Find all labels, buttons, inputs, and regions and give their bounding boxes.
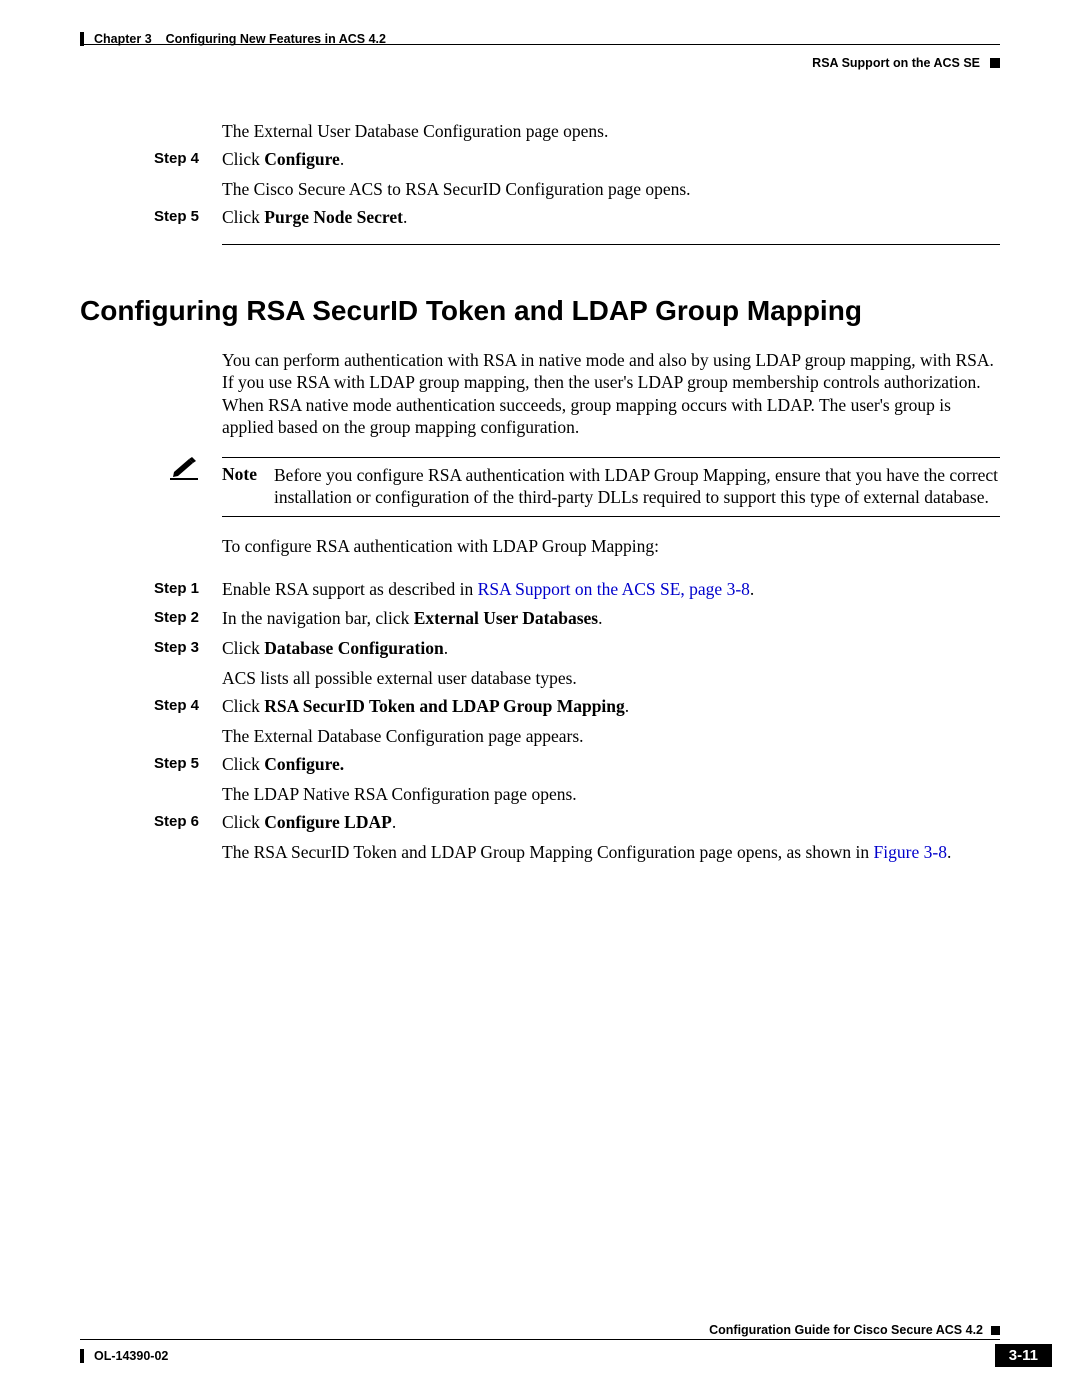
note-block: Note Before you configure RSA authentica…: [170, 457, 1000, 518]
text: Click: [222, 207, 264, 227]
bold-term: RSA SecurID Token and LDAP Group Mapping: [264, 696, 625, 716]
note-label: Note: [222, 464, 274, 509]
note-row: Note Before you configure RSA authentica…: [222, 464, 1000, 509]
step-label: Step 4: [154, 695, 222, 719]
text: Enable RSA support as described in: [222, 579, 478, 599]
step-label: Step 6: [154, 811, 222, 835]
text: .: [340, 149, 344, 169]
step-row: Step 4 Click Configure.: [80, 148, 1000, 172]
step-label: Step 5: [154, 206, 222, 230]
step-body: Click Database Configuration.: [222, 637, 1000, 661]
text: .: [947, 842, 951, 862]
text: .: [444, 638, 448, 658]
note-rule: [222, 457, 1000, 458]
text: .: [750, 579, 754, 599]
step-row: Step 3 Click Database Configuration.: [80, 637, 1000, 661]
step-row: Step 4 Click RSA SecurID Token and LDAP …: [80, 695, 1000, 719]
cross-ref-link[interactable]: Figure 3-8: [874, 842, 947, 862]
header-right: RSA Support on the ACS SE: [80, 56, 1000, 70]
config-intro: To configure RSA authentication with LDA…: [222, 535, 1000, 557]
footer-bottom: OL-14390-02 3-11: [80, 1344, 1052, 1367]
step-result: The Cisco Secure ACS to RSA SecurID Conf…: [222, 178, 1000, 200]
bold-term: External User Databases: [414, 608, 598, 628]
header-square-icon: [990, 58, 1000, 68]
text: .: [625, 696, 629, 716]
note-pencil-icon: [170, 457, 198, 480]
text: Click: [222, 696, 264, 716]
bold-term: Configure LDAP: [264, 812, 392, 832]
step-result: The External Database Configuration page…: [222, 725, 1000, 747]
step-row: Step 1 Enable RSA support as described i…: [80, 578, 1000, 602]
section-rule: [222, 244, 1000, 245]
step-body: Click RSA SecurID Token and LDAP Group M…: [222, 695, 1000, 719]
bold-term: Configure: [264, 149, 340, 169]
step-row: Step 5 Click Configure.: [80, 753, 1000, 777]
text: In the navigation bar, click: [222, 608, 414, 628]
step-body: Enable RSA support as described in RSA S…: [222, 578, 1000, 602]
page-content: The External User Database Configuration…: [80, 120, 1000, 869]
footer-left: OL-14390-02: [80, 1349, 168, 1363]
step-body: Click Configure.: [222, 148, 1000, 172]
text: The RSA SecurID Token and LDAP Group Map…: [222, 842, 874, 862]
pre-step-text: The External User Database Configuration…: [222, 120, 1000, 142]
step-body: In the navigation bar, click External Us…: [222, 607, 1000, 631]
step-label: Step 2: [154, 607, 222, 631]
cross-ref-link[interactable]: RSA Support on the ACS SE, page 3-8: [478, 579, 750, 599]
note-icon-underline: [170, 478, 198, 480]
footer-square-icon: [991, 1326, 1000, 1335]
step-result: The RSA SecurID Token and LDAP Group Map…: [222, 841, 1000, 863]
section-right-label: RSA Support on the ACS SE: [812, 56, 980, 70]
intro-paragraph: You can perform authentication with RSA …: [222, 349, 1000, 439]
guide-title: Configuration Guide for Cisco Secure ACS…: [709, 1323, 983, 1337]
text: .: [392, 812, 396, 832]
page-number: 3-11: [995, 1344, 1052, 1367]
note-rule: [222, 516, 1000, 517]
header-rule: [80, 44, 1000, 45]
bold-term: Database Configuration: [264, 638, 443, 658]
footer-rule: [80, 1339, 1000, 1340]
step-row: Step 2 In the navigation bar, click Exte…: [80, 607, 1000, 631]
step-label: Step 5: [154, 753, 222, 777]
step-label: Step 1: [154, 578, 222, 602]
text: Click: [222, 149, 264, 169]
text: .: [598, 608, 602, 628]
step-label: Step 3: [154, 637, 222, 661]
bold-term: Purge Node Secret: [264, 207, 403, 227]
step-result: ACS lists all possible external user dat…: [222, 667, 1000, 689]
step-row: Step 5 Click Purge Node Secret.: [80, 206, 1000, 230]
step-result: The LDAP Native RSA Configuration page o…: [222, 783, 1000, 805]
footer-bar-icon: [80, 1349, 84, 1363]
text: .: [403, 207, 407, 227]
step-body: Click Configure.: [222, 753, 1000, 777]
doc-id: OL-14390-02: [94, 1349, 168, 1363]
note-body: Before you configure RSA authentication …: [274, 464, 1000, 509]
step-body: Click Purge Node Secret.: [222, 206, 1000, 230]
text: Click: [222, 812, 264, 832]
page-footer: Configuration Guide for Cisco Secure ACS…: [80, 1323, 1052, 1367]
step-row: Step 6 Click Configure LDAP.: [80, 811, 1000, 835]
text: Click: [222, 638, 264, 658]
step-label: Step 4: [154, 148, 222, 172]
text: Click: [222, 754, 264, 774]
section-heading: Configuring RSA SecurID Token and LDAP G…: [80, 295, 1000, 327]
footer-title-row: Configuration Guide for Cisco Secure ACS…: [80, 1323, 1052, 1337]
bold-term: Configure.: [264, 754, 344, 774]
step-body: Click Configure LDAP.: [222, 811, 1000, 835]
note-content: Note Before you configure RSA authentica…: [222, 457, 1000, 518]
